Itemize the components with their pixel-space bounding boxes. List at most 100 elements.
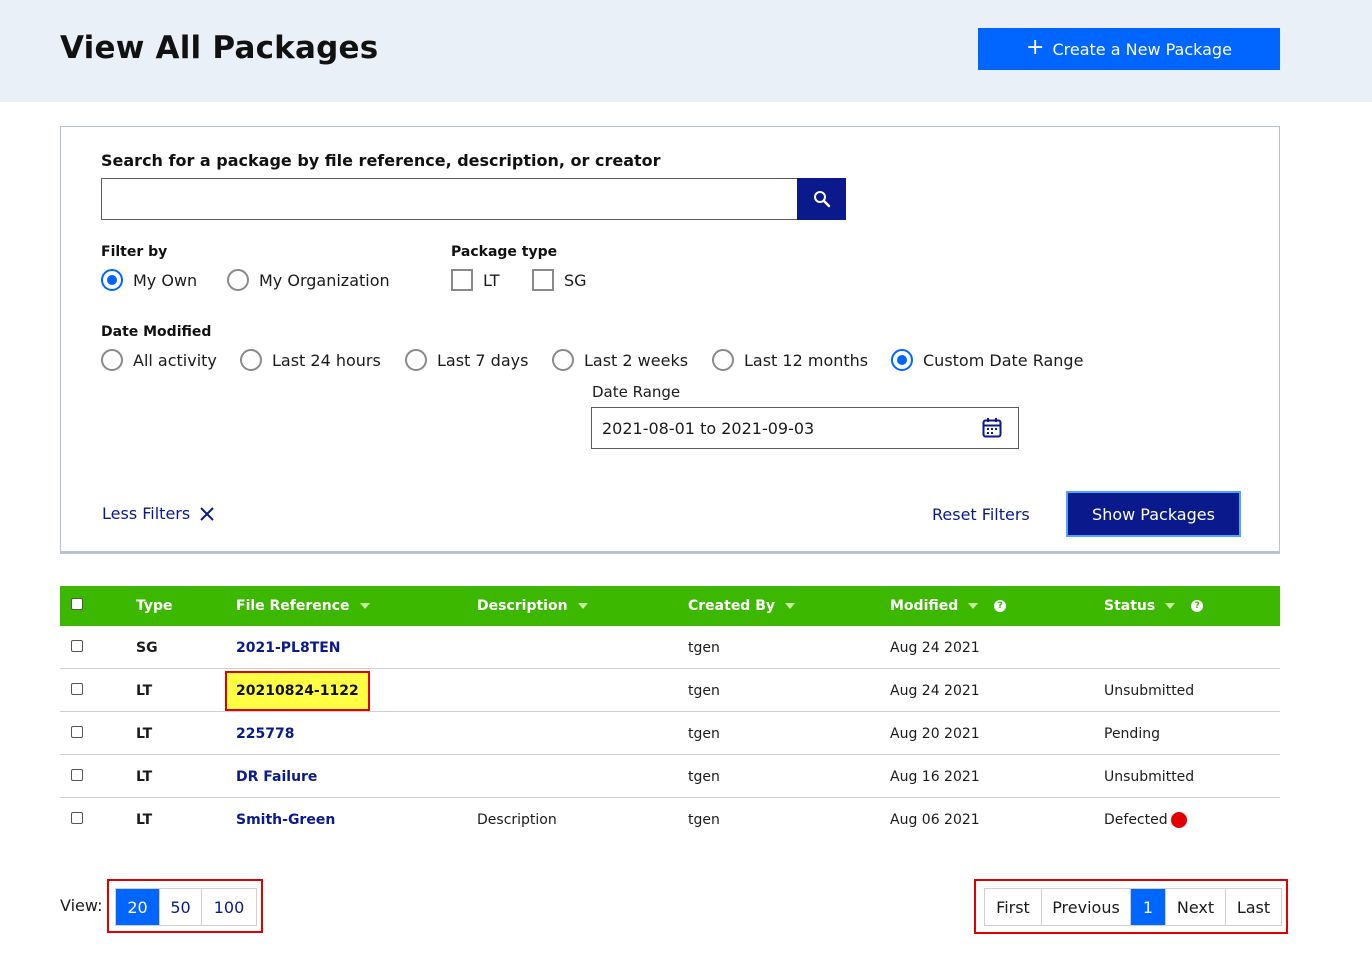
search-button[interactable] <box>797 178 846 220</box>
search-label: Search for a package by file reference, … <box>101 151 661 170</box>
table-row: SG 2021-PL8TEN tgen Aug 24 2021 <box>60 626 1280 669</box>
calendar-icon[interactable] <box>982 417 1002 439</box>
date-modified-label: Date Modified <box>101 324 212 340</box>
previous-page-button[interactable]: Previous <box>1042 889 1131 925</box>
file-reference-link[interactable]: 2021-PL8TEN <box>236 640 341 656</box>
view-100-button[interactable]: 100 <box>202 889 256 925</box>
plus-icon: + <box>1026 34 1045 60</box>
table-row: LT 20210824-1122 tgen Aug 24 2021 Unsubm… <box>60 669 1280 712</box>
date-last-12-months-radio[interactable]: Last 12 months <box>712 349 868 371</box>
page-header: View All Packages + Create a New Package <box>0 0 1372 102</box>
date-last-2-weeks-radio[interactable]: Last 2 weeks <box>552 349 688 371</box>
column-file-reference[interactable]: File Reference <box>236 586 370 626</box>
create-package-button[interactable]: + Create a New Package <box>978 28 1280 70</box>
package-type-label: Package type <box>451 244 558 260</box>
view-20-button[interactable]: 20 <box>116 889 160 925</box>
sort-down-icon <box>968 603 979 609</box>
column-label: Status <box>1104 598 1156 614</box>
sort-down-icon <box>1165 603 1176 609</box>
sort-down-icon <box>577 603 588 609</box>
row-status: Unsubmitted <box>1104 768 1195 785</box>
file-reference-link-highlighted[interactable]: 20210824-1122 <box>225 670 370 711</box>
row-created-by: tgen <box>688 768 720 785</box>
date-range-label: Date Range <box>592 383 681 401</box>
radio-icon <box>240 349 262 371</box>
radio-label: Last 2 weeks <box>584 350 689 370</box>
column-type: Type <box>136 586 173 626</box>
view-50-button[interactable]: 50 <box>160 889 202 925</box>
row-modified: Aug 16 2021 <box>890 768 980 785</box>
radio-label: My Organization <box>259 270 390 290</box>
row-created-by: tgen <box>688 639 720 656</box>
date-range-input[interactable]: 2021-08-01 to 2021-09-03 <box>591 407 1019 449</box>
row-checkbox[interactable] <box>71 769 83 781</box>
help-icon[interactable]: ? <box>994 600 1007 612</box>
row-type: LT <box>136 768 153 785</box>
view-size-selector: 20 50 100 <box>115 888 257 926</box>
column-modified[interactable]: Modified ? <box>890 586 1007 626</box>
next-page-button[interactable]: Next <box>1166 889 1226 925</box>
help-icon[interactable]: ? <box>1191 600 1204 612</box>
first-page-button[interactable]: First <box>985 889 1042 925</box>
pagination-group: First Previous 1 Next Last <box>974 879 1288 934</box>
date-all-activity-radio[interactable]: All activity <box>101 349 217 371</box>
view-size-group: 20 50 100 <box>107 879 263 933</box>
last-page-button[interactable]: Last <box>1226 889 1281 925</box>
show-packages-button[interactable]: Show Packages <box>1066 491 1241 537</box>
row-checkbox[interactable] <box>71 726 83 738</box>
column-label: Created By <box>688 598 776 614</box>
column-description[interactable]: Description <box>477 586 588 626</box>
current-page-button[interactable]: 1 <box>1131 889 1166 925</box>
row-checkbox[interactable] <box>71 640 83 652</box>
radio-icon <box>405 349 427 371</box>
radio-label: Last 12 months <box>744 350 869 370</box>
status-text: Defected <box>1104 811 1168 828</box>
filter-my-own-radio[interactable]: My Own <box>101 269 197 291</box>
row-checkbox[interactable] <box>71 683 83 695</box>
row-status: Unsubmitted <box>1104 682 1195 699</box>
row-type: LT <box>136 725 153 742</box>
column-label: Type <box>136 598 173 614</box>
file-reference-link[interactable]: DR Failure <box>236 769 317 785</box>
row-status: Pending <box>1104 725 1160 742</box>
sort-down-icon <box>785 603 796 609</box>
view-label: View: <box>60 896 103 915</box>
radio-label: Last 24 hours <box>272 350 381 370</box>
row-checkbox[interactable] <box>71 812 83 824</box>
radio-icon <box>101 349 123 371</box>
checkbox-icon <box>451 269 473 291</box>
row-modified: Aug 06 2021 <box>890 811 980 828</box>
date-custom-range-radio[interactable]: Custom Date Range <box>891 349 1083 371</box>
radio-selected-icon <box>891 349 913 371</box>
select-all-checkbox[interactable] <box>71 598 83 610</box>
column-status[interactable]: Status ? <box>1104 586 1204 626</box>
close-icon <box>200 506 214 521</box>
filter-my-organization-radio[interactable]: My Organization <box>227 269 390 291</box>
package-type-lt-checkbox[interactable]: LT <box>451 269 499 291</box>
pagination: First Previous 1 Next Last <box>984 888 1282 926</box>
search-input[interactable] <box>101 178 798 220</box>
column-label: File Reference <box>236 598 350 614</box>
package-type-sg-checkbox[interactable]: SG <box>532 269 587 291</box>
radio-label: Last 7 days <box>437 350 529 370</box>
row-modified: Aug 24 2021 <box>890 682 980 699</box>
radio-icon <box>552 349 574 371</box>
date-last-7-days-radio[interactable]: Last 7 days <box>405 349 528 371</box>
less-filters-link[interactable]: Less Filters <box>102 504 214 523</box>
row-modified: Aug 20 2021 <box>890 725 980 742</box>
sort-down-icon <box>359 603 370 609</box>
date-range-value: 2021-08-01 to 2021-09-03 <box>602 418 815 438</box>
page-title: View All Packages <box>60 30 379 66</box>
radio-icon <box>712 349 734 371</box>
file-reference-link[interactable]: 225778 <box>236 726 294 742</box>
column-created-by[interactable]: Created By <box>688 586 796 626</box>
date-last-24-hours-radio[interactable]: Last 24 hours <box>240 349 381 371</box>
create-package-label: Create a New Package <box>1052 39 1232 59</box>
table-row: LT Smith-Green Description tgen Aug 06 2… <box>60 798 1280 841</box>
row-created-by: tgen <box>688 682 720 699</box>
search-icon <box>813 191 830 208</box>
reset-filters-link[interactable]: Reset Filters <box>932 505 1030 524</box>
file-reference-link[interactable]: Smith-Green <box>236 812 335 828</box>
radio-selected-icon <box>101 269 123 291</box>
less-filters-label: Less Filters <box>102 504 191 523</box>
